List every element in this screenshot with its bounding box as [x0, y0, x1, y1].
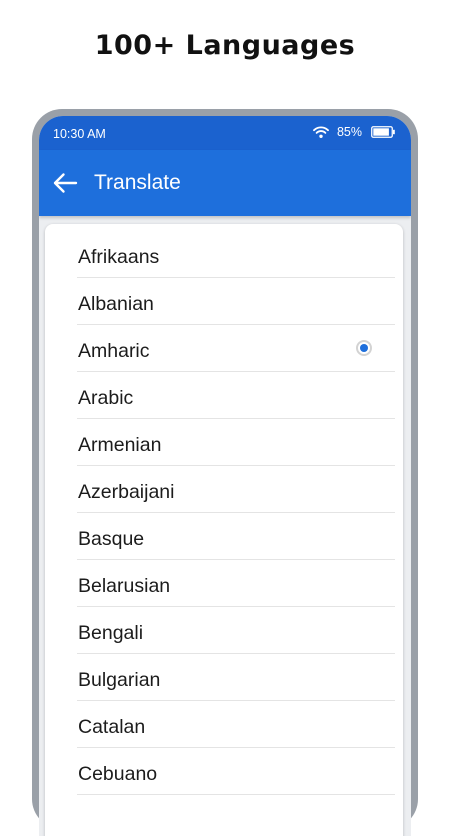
back-button[interactable]: [49, 167, 81, 199]
language-label: Catalan: [78, 716, 146, 738]
language-list: Afrikaans Albanian Amharic Arabic Armenian Az…: [77, 231, 395, 795]
language-label: Amharic: [78, 340, 150, 362]
status-indicators: 85%: [313, 124, 395, 139]
language-item-cebuano[interactable]: Cebuano: [77, 748, 395, 795]
language-label: Cebuano: [78, 763, 158, 785]
language-label: Arabic: [78, 387, 134, 409]
language-item-basque[interactable]: Basque: [77, 513, 395, 560]
language-label: Armenian: [78, 434, 162, 456]
language-item-azerbaijani[interactable]: Azerbaijani: [77, 466, 395, 513]
language-label: Basque: [78, 528, 145, 550]
battery-icon: [371, 125, 395, 138]
language-item-arabic[interactable]: Arabic: [77, 372, 395, 419]
language-item-bulgarian[interactable]: Bulgarian: [77, 654, 395, 701]
language-label: Afrikaans: [78, 246, 160, 268]
language-label: Azerbaijani: [78, 481, 175, 503]
language-label: Albanian: [78, 293, 154, 315]
language-item-catalan[interactable]: Catalan: [77, 701, 395, 748]
app-bar: Translate: [39, 150, 411, 216]
battery-percent: 85%: [336, 125, 362, 139]
page-title: Translate: [94, 171, 181, 194]
language-item-belarusian[interactable]: Belarusian: [77, 560, 395, 607]
language-label: Bulgarian: [78, 669, 161, 691]
language-item-afrikaans[interactable]: Afrikaans: [77, 231, 395, 278]
phone-frame: 10:30 AM 85% Translate Afrikaans Albania…: [32, 109, 418, 836]
language-label: Belarusian: [78, 575, 171, 597]
status-time: 10:30 AM: [53, 127, 106, 141]
phone-screen: 10:30 AM 85% Translate Afrikaans Albania…: [39, 116, 411, 836]
language-item-albanian[interactable]: Albanian: [77, 278, 395, 325]
promo-headline: 100+ Languages: [94, 30, 356, 61]
language-item-bengali[interactable]: Bengali: [77, 607, 395, 654]
wifi-icon: [313, 125, 329, 138]
status-bar: 10:30 AM 85%: [39, 116, 411, 150]
language-label: Bengali: [78, 622, 144, 644]
language-item-amharic[interactable]: Amharic: [77, 325, 395, 372]
language-card: Afrikaans Albanian Amharic Arabic Armenian Az…: [45, 224, 403, 836]
language-item-armenian[interactable]: Armenian: [77, 419, 395, 466]
selected-radio-icon[interactable]: [356, 340, 372, 356]
arrow-left-icon: [53, 173, 78, 193]
